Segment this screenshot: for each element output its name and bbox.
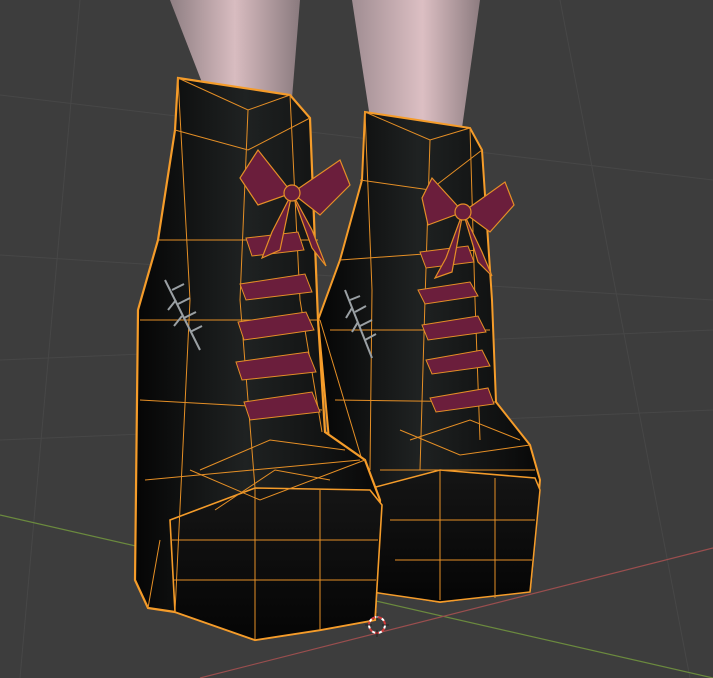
3d-viewport[interactable] xyxy=(0,0,713,678)
left-boot-platform xyxy=(169,487,383,641)
viewport-canvas[interactable] xyxy=(0,0,713,678)
right-leg xyxy=(352,0,480,128)
right-boot-platform xyxy=(371,469,541,603)
